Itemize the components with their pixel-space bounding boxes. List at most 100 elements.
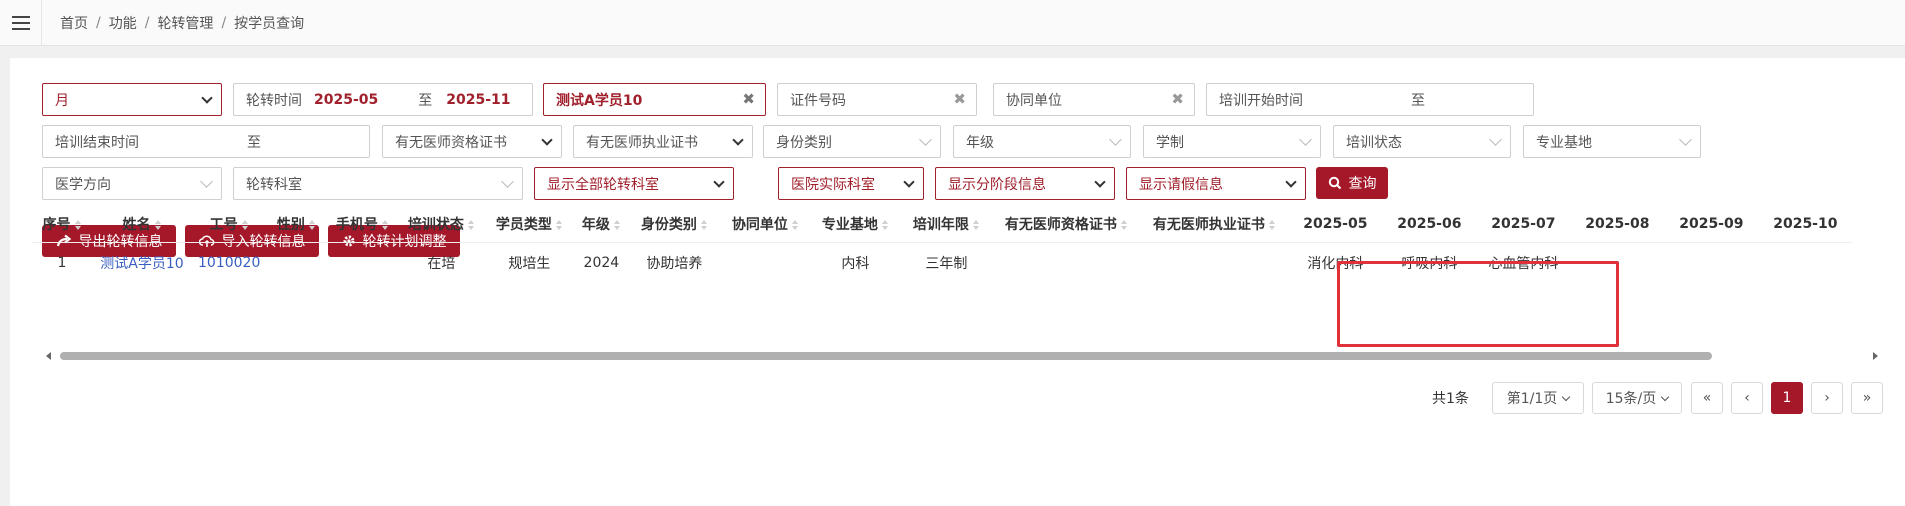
chevron-down-icon: [1094, 176, 1106, 188]
last-page-button[interactable]: »: [1851, 382, 1883, 414]
id-number-input[interactable]: 证件号码 ✖: [777, 83, 977, 116]
page-1-button[interactable]: 1: [1771, 382, 1803, 414]
column-header[interactable]: 2025-09: [1664, 206, 1759, 243]
column-header[interactable]: 2025-07: [1476, 206, 1571, 243]
prev-page-button[interactable]: ‹: [1731, 382, 1763, 414]
next-page-button[interactable]: ›: [1811, 382, 1843, 414]
sort-icon[interactable]: [1120, 219, 1128, 230]
scrollbar-thumb[interactable]: [60, 352, 1712, 360]
period-select[interactable]: 月: [42, 83, 222, 116]
chevron-down-icon: [1109, 133, 1122, 146]
column-header[interactable]: 2025-06: [1382, 206, 1477, 243]
table-header-row: 序号 姓名 工号 性别 手机号 培训状态 学员类型 年级 身份类别 协同单位 专业基地 培训年限 有无医…: [32, 206, 1853, 243]
scroll-left-icon[interactable]: [46, 352, 51, 360]
column-header[interactable]: 年级: [574, 206, 629, 243]
doctor-qual-cert-select[interactable]: 有无医师资格证书: [382, 125, 562, 158]
specialty-base-select[interactable]: 专业基地: [1523, 125, 1701, 158]
search-icon: [1328, 176, 1341, 190]
column-header[interactable]: 2025-08: [1570, 206, 1665, 243]
sort-icon[interactable]: [74, 219, 82, 230]
rotation-from-value[interactable]: 2025-05: [314, 92, 378, 108]
column-header[interactable]: 身份类别: [628, 206, 721, 243]
medical-direction-select[interactable]: 医学方向: [42, 167, 222, 200]
grade-select[interactable]: 年级: [953, 125, 1131, 158]
column-header[interactable]: 序号: [32, 206, 92, 243]
top-bar: 首页 / 功能 / 轮转管理 / 按学员查询: [0, 0, 1905, 46]
search-button-label: 查询: [1348, 176, 1377, 192]
table-cell: [326, 242, 398, 284]
sort-icon[interactable]: [613, 219, 621, 230]
doctor-practice-cert-select[interactable]: 有无医师执业证书: [573, 125, 753, 158]
sort-icon[interactable]: [700, 219, 708, 230]
sort-icon[interactable]: [1268, 219, 1276, 230]
table-body: 1 测试A学员10 1010020 在培 规培生 2024 协助培养 内科 三年制 消化内科 呼吸内…: [32, 242, 1852, 284]
student-name-input[interactable]: 测试A学员10 ✖: [543, 83, 766, 116]
program-length-select[interactable]: 学制: [1143, 125, 1321, 158]
page-select[interactable]: 第1/1页: [1492, 382, 1584, 414]
show-stage-info-label: 显示分阶段信息: [948, 176, 1046, 193]
scroll-right-icon[interactable]: [1873, 352, 1878, 360]
column-header[interactable]: 工号: [192, 206, 267, 243]
doctor-practice-cert-label: 有无医师执业证书: [586, 134, 698, 151]
first-page-button[interactable]: «: [1691, 382, 1723, 414]
id-number-placeholder: 证件号码: [790, 92, 846, 109]
sort-icon[interactable]: [555, 219, 563, 230]
hamburger-menu-icon[interactable]: [0, 0, 42, 46]
clear-icon[interactable]: ✖: [742, 90, 755, 108]
column-header-label: 姓名: [122, 216, 151, 233]
rotation-dept-select[interactable]: 轮转科室: [233, 167, 523, 200]
rotation-to-value[interactable]: 2025-11: [446, 92, 510, 108]
table-cell[interactable]: 测试A学员10: [92, 242, 192, 284]
sort-icon[interactable]: [791, 219, 799, 230]
show-leave-info-select[interactable]: 显示请假信息: [1126, 167, 1306, 200]
breadcrumb-separator: /: [96, 14, 101, 31]
column-header[interactable]: 性别: [266, 206, 327, 243]
horizontal-scrollbar[interactable]: [42, 350, 1882, 362]
training-status-select[interactable]: 培训状态: [1333, 125, 1511, 158]
clear-icon[interactable]: ✖: [953, 90, 966, 108]
table-cell: [266, 242, 326, 284]
breadcrumb-home[interactable]: 首页: [60, 13, 88, 33]
train-start-range[interactable]: 培训开始时间 至: [1206, 83, 1534, 116]
partner-unit-input[interactable]: 协同单位 ✖: [993, 83, 1195, 116]
sort-icon[interactable]: [308, 219, 316, 230]
chevron-down-icon: [501, 175, 514, 188]
rotation-time-range[interactable]: 轮转时间 2025-05 至 2025-11: [233, 83, 533, 116]
breadcrumb-rotation-management[interactable]: 轮转管理: [157, 13, 213, 33]
sort-icon[interactable]: [881, 219, 889, 230]
page-size-select[interactable]: 15条/页: [1592, 382, 1682, 414]
show-all-depts-select[interactable]: 显示全部轮转科室: [534, 167, 734, 200]
column-header[interactable]: 手机号: [326, 206, 399, 243]
column-header[interactable]: 培训年限: [900, 206, 993, 243]
table-cell: [720, 242, 810, 284]
sort-icon[interactable]: [154, 219, 162, 230]
column-header-label: 年级: [581, 216, 610, 233]
show-leave-info-label: 显示请假信息: [1139, 176, 1223, 193]
column-header[interactable]: 培训状态: [398, 206, 485, 243]
column-header[interactable]: 协同单位: [720, 206, 811, 243]
table-cell[interactable]: 1010020: [192, 242, 266, 284]
column-header[interactable]: 2025-10: [1758, 206, 1853, 243]
clear-icon[interactable]: ✖: [1171, 90, 1184, 108]
sort-icon[interactable]: [972, 219, 980, 230]
sort-icon[interactable]: [241, 219, 249, 230]
hospital-actual-dept-select[interactable]: 医院实际科室: [778, 167, 924, 200]
show-stage-info-select[interactable]: 显示分阶段信息: [935, 167, 1115, 200]
column-header[interactable]: 专业基地: [810, 206, 901, 243]
column-header-label: 学员类型: [495, 216, 552, 233]
column-header[interactable]: 学员类型: [484, 206, 575, 243]
column-header[interactable]: 姓名: [92, 206, 192, 243]
column-header[interactable]: 有无医师资格证书: [992, 206, 1141, 243]
train-end-range[interactable]: 培训结束时间 至: [42, 125, 370, 158]
column-header[interactable]: 有无医师执业证书: [1140, 206, 1289, 243]
partner-unit-placeholder: 协同单位: [1006, 92, 1062, 109]
identity-type-select[interactable]: 身份类别: [763, 125, 941, 158]
column-header[interactable]: 2025-05: [1288, 206, 1383, 243]
breadcrumb-function[interactable]: 功能: [109, 13, 137, 33]
sort-icon[interactable]: [381, 219, 389, 230]
sort-icon[interactable]: [467, 219, 475, 230]
table-row[interactable]: 1 测试A学员10 1010020 在培 规培生 2024 协助培养 内科 三年制 消化内科 呼吸内…: [32, 242, 1852, 284]
page-size-value: 15条/页: [1605, 391, 1657, 407]
search-button[interactable]: 查询: [1316, 167, 1388, 199]
rotation-time-label: 轮转时间: [246, 92, 302, 109]
